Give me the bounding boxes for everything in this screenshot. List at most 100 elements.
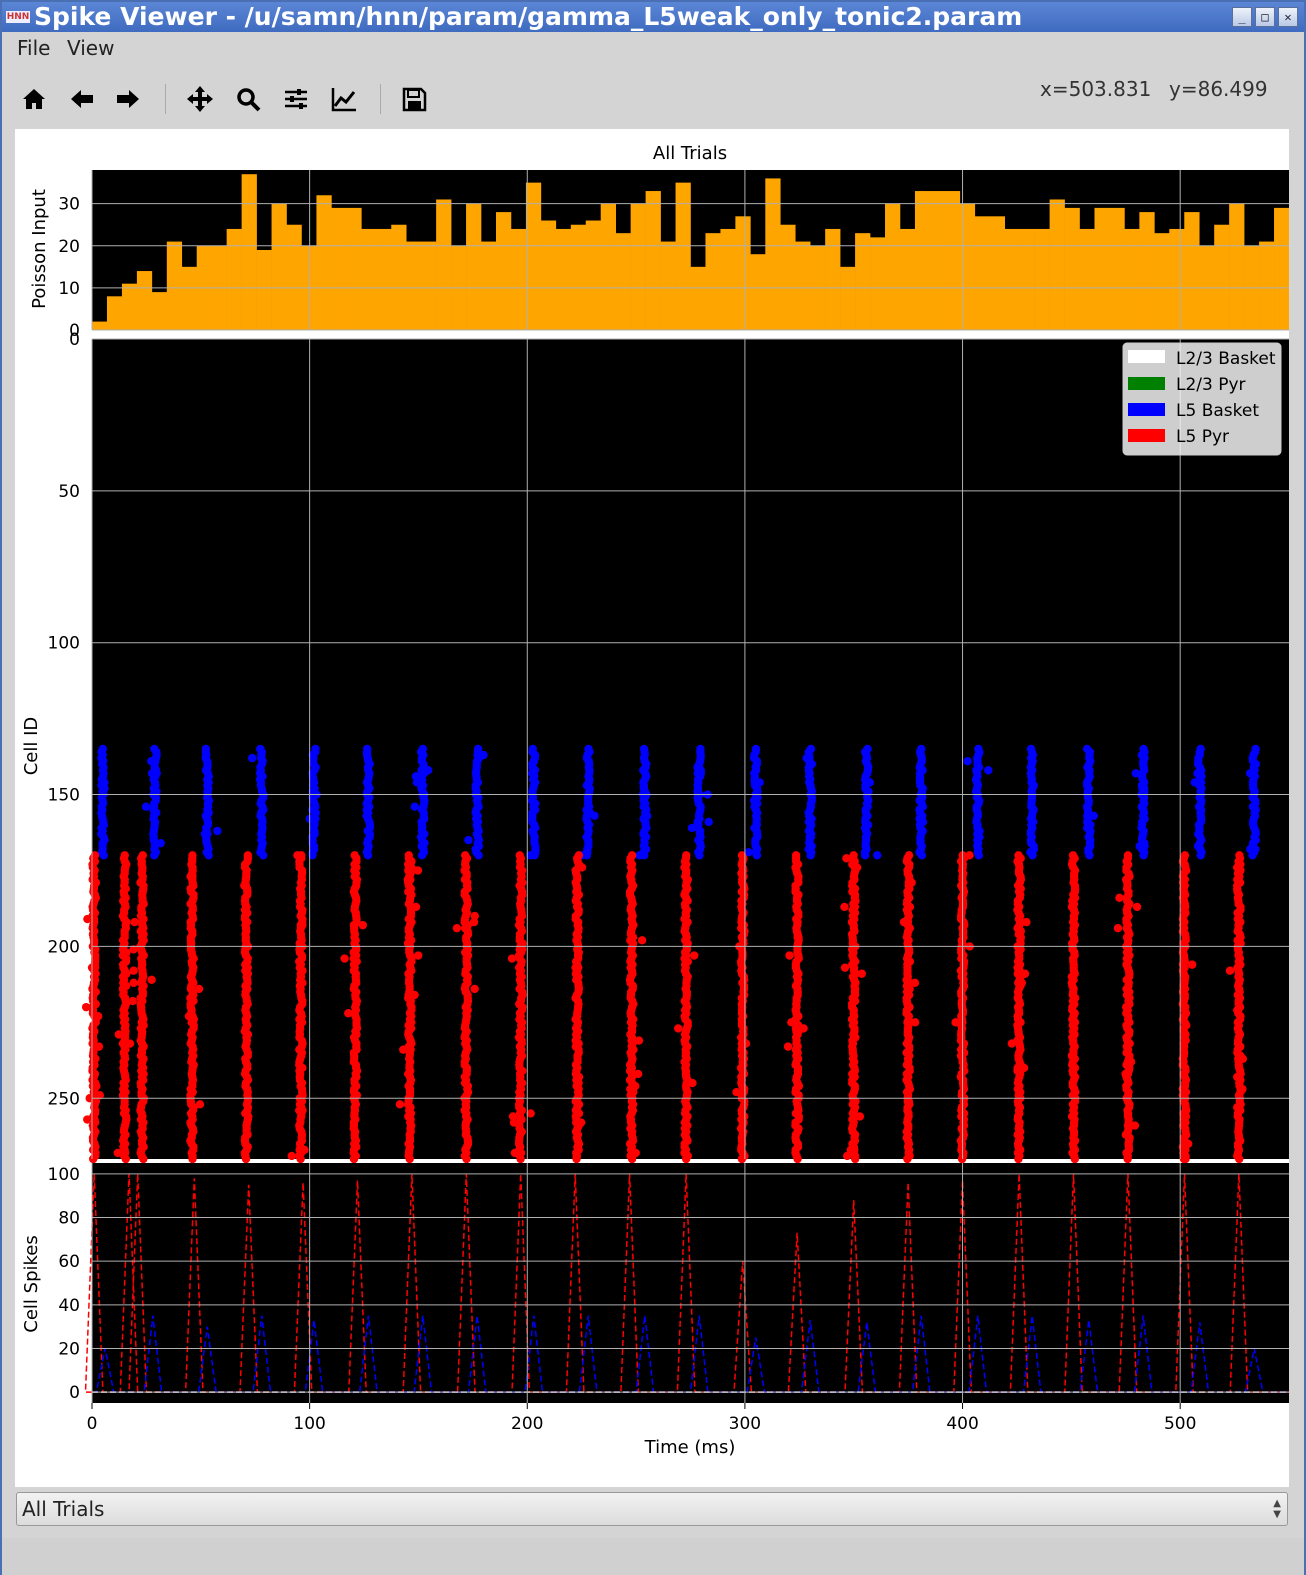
figure-title: All Trials bbox=[653, 143, 727, 164]
poisson-bar bbox=[914, 191, 931, 330]
l5-pyr-spike bbox=[1188, 960, 1197, 969]
l5-pyr-spike bbox=[842, 854, 851, 863]
poisson-bar bbox=[346, 207, 362, 330]
legend-label-l5-pyr: L5 Pyr bbox=[1176, 427, 1229, 447]
time-x-ticks: 0 100 200 300 400 500 bbox=[87, 1403, 1196, 1434]
status-bar bbox=[2, 1538, 1304, 1575]
time-x-tick-label: 0 bbox=[87, 1414, 98, 1434]
subplots-config-button[interactable] bbox=[281, 84, 311, 114]
hnn-app-icon: HNN bbox=[6, 11, 30, 23]
l5-pyr-spike bbox=[130, 917, 139, 927]
pan-button[interactable] bbox=[185, 84, 215, 114]
time-x-tick-label: 100 bbox=[293, 1414, 325, 1434]
l5-pyr-spike bbox=[1115, 893, 1124, 903]
menu-file[interactable]: File bbox=[17, 36, 50, 60]
spike-figure[interactable]: All Trials 0 10 20 30 Poisson Input 0 50 100 1… bbox=[15, 129, 1289, 1487]
poisson-bar bbox=[675, 182, 691, 330]
l5-basket-spike bbox=[873, 851, 882, 860]
l5-pyr-spike bbox=[793, 1154, 802, 1164]
l5-pyr-spike bbox=[507, 954, 517, 963]
l5-pyr-spike bbox=[516, 1154, 525, 1164]
legend-label-l5-basket: L5 Basket bbox=[1176, 401, 1259, 421]
back-button[interactable] bbox=[67, 84, 97, 114]
l5-basket-spike bbox=[247, 753, 257, 763]
l5-pyr-spike bbox=[405, 1154, 414, 1164]
l5-basket-spike bbox=[1139, 851, 1148, 860]
l5-pyr-spike bbox=[850, 1154, 860, 1164]
menu-view[interactable]: View bbox=[67, 36, 114, 60]
l5-pyr-spike bbox=[1235, 1154, 1244, 1164]
forward-button[interactable] bbox=[113, 84, 143, 114]
raster-y-ticks: 0 50 100 150 200 250 bbox=[48, 330, 80, 1109]
poisson-bar bbox=[540, 220, 557, 330]
cell-spikes-y-tick-label: 20 bbox=[58, 1339, 80, 1359]
poisson-bar bbox=[376, 228, 392, 330]
maximize-button[interactable]: □ bbox=[1255, 7, 1275, 27]
home-button[interactable] bbox=[19, 84, 49, 114]
poisson-bar bbox=[780, 224, 796, 330]
l5-basket-spike bbox=[1248, 851, 1257, 860]
poisson-bar bbox=[510, 228, 527, 330]
poisson-bar bbox=[421, 241, 437, 330]
l5-pyr-spike bbox=[395, 1100, 405, 1109]
l5-pyr-spike bbox=[1113, 923, 1123, 933]
poisson-bar bbox=[271, 203, 287, 330]
l5-pyr-spike bbox=[783, 1042, 793, 1051]
legend-swatch-l5-basket bbox=[1128, 403, 1165, 416]
dropdown-arrows-icon: ▲ ▼ bbox=[1273, 1498, 1281, 1520]
poisson-bar bbox=[555, 228, 572, 330]
poisson-input-axes[interactable]: 0102030 Poisson Input bbox=[29, 170, 1289, 341]
title-bar: HNN Spike Viewer - /u/samn/hnn/param/gam… bbox=[2, 2, 1304, 32]
l5-pyr-spike bbox=[843, 1151, 852, 1161]
zoom-icon bbox=[237, 88, 261, 112]
trial-selector-dropdown[interactable]: All Trials ▲ ▼ bbox=[16, 1492, 1288, 1526]
l5-pyr-spike bbox=[1014, 1154, 1023, 1164]
l5-basket-spike bbox=[150, 851, 159, 860]
l5-basket-spike bbox=[704, 817, 713, 827]
l5-basket-spike bbox=[363, 851, 373, 860]
poisson-bar bbox=[361, 228, 377, 330]
axes-edit-button[interactable] bbox=[329, 84, 359, 114]
minimize-button[interactable]: _ bbox=[1232, 7, 1252, 27]
poisson-bar bbox=[391, 224, 407, 330]
zoom-button[interactable] bbox=[233, 84, 263, 114]
l5-pyr-spike bbox=[287, 1151, 296, 1161]
poisson-bar bbox=[795, 241, 811, 330]
poisson-bar bbox=[974, 216, 991, 330]
l5-pyr-spike bbox=[358, 920, 368, 930]
poisson-bar bbox=[840, 266, 856, 330]
l5-basket-spike bbox=[417, 851, 427, 860]
poisson-bar bbox=[720, 228, 736, 330]
poisson-bar bbox=[1154, 233, 1170, 330]
legend-swatch-l23-pyr bbox=[1128, 377, 1165, 390]
raster-axes[interactable]: 0 50 100 150 200 250 Cell ID L2/3 Basket L2/3… bbox=[21, 330, 1289, 1164]
poisson-bar bbox=[466, 203, 482, 330]
close-button[interactable]: ✕ bbox=[1278, 7, 1298, 27]
poisson-y-tick-label: 30 bbox=[58, 195, 80, 215]
cell-spikes-y-tick-label: 0 bbox=[69, 1383, 80, 1403]
l5-pyr-spike bbox=[462, 1154, 471, 1164]
l5-pyr-spike bbox=[129, 978, 138, 988]
l5-basket-spike bbox=[860, 851, 870, 860]
poisson-bar bbox=[181, 266, 198, 330]
l5-basket-spike bbox=[984, 766, 993, 775]
raster-legend[interactable]: L2/3 Basket L2/3 Pyr L5 Basket L5 Pyr bbox=[1122, 342, 1282, 456]
poisson-bar bbox=[585, 220, 602, 330]
l5-pyr-spike bbox=[690, 951, 699, 960]
l5-basket-spike bbox=[474, 851, 483, 860]
l5-basket-spike bbox=[752, 851, 762, 860]
raster-y-tick-label: 150 bbox=[48, 786, 80, 806]
poisson-bar bbox=[765, 178, 781, 330]
cell-spikes-y-ticks: 0 20 40 60 80 100 bbox=[48, 1165, 80, 1403]
l5-pyr-spike bbox=[452, 923, 462, 933]
save-figure-button[interactable] bbox=[399, 84, 429, 114]
poisson-bar bbox=[151, 292, 168, 330]
navigation-toolbar: x=503.831 y=86.499 bbox=[2, 74, 1304, 126]
cell-spikes-axes[interactable]: 0 20 40 60 80 100 0 100 200 300 400 500 Cell Spike… bbox=[21, 1163, 1289, 1458]
poisson-bar bbox=[1184, 212, 1200, 330]
poisson-bar bbox=[645, 191, 661, 330]
l5-pyr-spike bbox=[241, 1154, 251, 1164]
l5-pyr-spike bbox=[470, 984, 479, 994]
poisson-bar bbox=[256, 250, 272, 330]
figure-canvas[interactable]: All Trials 0 10 20 30 Poisson Input 0 50 100 1… bbox=[15, 129, 1289, 1487]
